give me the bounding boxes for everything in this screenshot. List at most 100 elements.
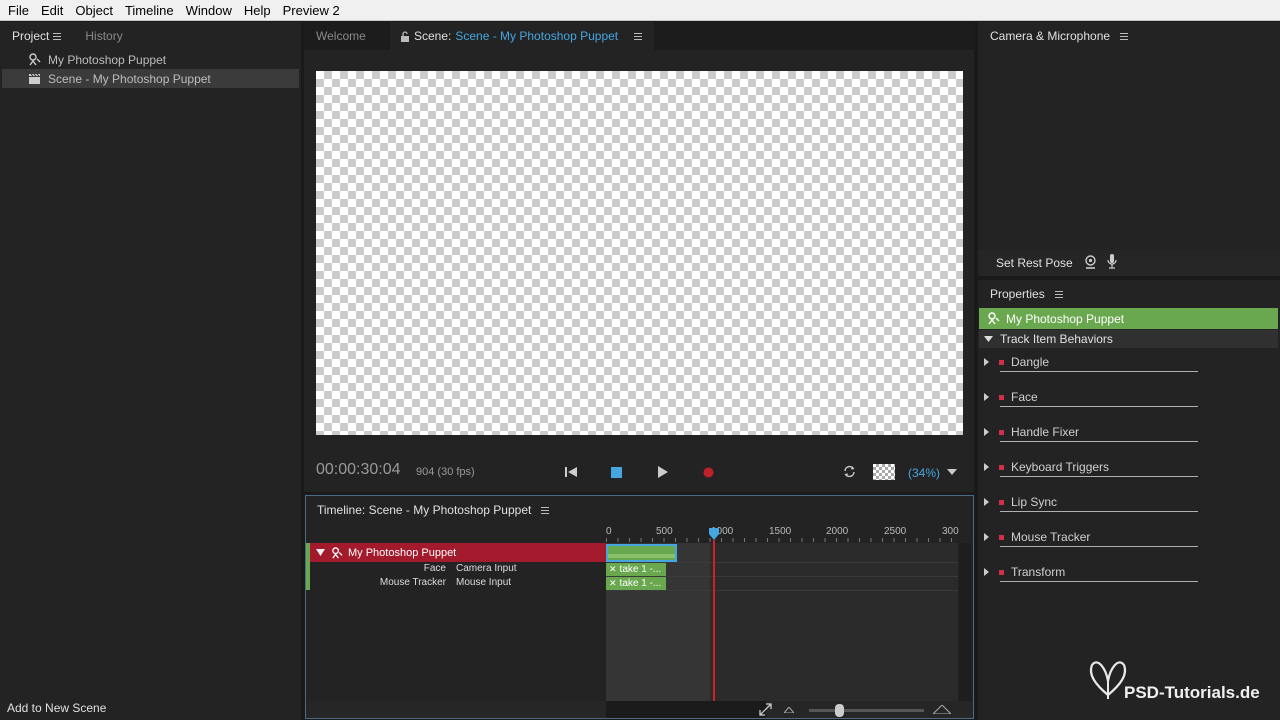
ruler-label: 300 (942, 526, 959, 537)
zoom-in-icon[interactable] (933, 705, 951, 714)
behavior-lip-sync[interactable]: Lip Sync (984, 492, 1198, 512)
zoom-out-icon[interactable] (784, 707, 794, 713)
track-item-behaviors-section[interactable]: Track Item Behaviors (979, 330, 1278, 348)
take-label: take 1 -... (619, 564, 662, 575)
add-to-new-scene-button[interactable]: Add to New Scene (7, 701, 106, 715)
zoom-slider-thumb[interactable] (835, 704, 844, 717)
expand-triangle-icon[interactable] (984, 463, 989, 471)
behavior-face[interactable]: Face (984, 387, 1198, 407)
behavior-mouse-tracker[interactable]: Mouse Tracker (984, 527, 1198, 547)
track-divider (606, 590, 958, 591)
play-icon[interactable] (657, 466, 669, 478)
mute-x-icon[interactable]: ✕ (609, 564, 617, 575)
project-item-scene[interactable]: Scene - My Photoshop Puppet (2, 69, 299, 88)
set-rest-pose-button[interactable]: Set Rest Pose (996, 256, 1073, 270)
behavior-divider (1000, 371, 1198, 372)
menu-edit[interactable]: Edit (35, 0, 69, 21)
expand-triangle-icon[interactable] (984, 393, 989, 401)
take-clip-face[interactable]: ✕ take 1 -... (606, 563, 666, 576)
panel-menu-icon[interactable] (53, 33, 62, 41)
collapse-triangle-icon[interactable] (984, 336, 993, 342)
behavior-divider (1000, 476, 1198, 477)
behavior-label: Transform (1011, 565, 1066, 579)
timeline-hscrollbar[interactable] (606, 701, 766, 718)
timeline-ruler[interactable]: 0 500 1000 1500 2000 2500 300 (606, 524, 959, 542)
behavior-enabled-indicator[interactable] (999, 534, 1004, 540)
chevron-down-icon[interactable] (947, 469, 957, 475)
behavior-dangle[interactable]: Dangle (984, 352, 1198, 372)
unlock-icon[interactable] (400, 30, 410, 42)
behavior-keyboard-triggers[interactable]: Keyboard Triggers (984, 457, 1198, 477)
loop-icon[interactable] (842, 464, 857, 479)
menu-preview-2[interactable]: Preview 2 (277, 0, 346, 21)
take-clip-mouse[interactable]: ✕ take 1 -... (606, 577, 666, 590)
frame-count: 904 (30 fps) (416, 466, 475, 478)
expand-icon[interactable] (759, 703, 772, 716)
expand-triangle-icon[interactable] (984, 498, 989, 506)
menu-file[interactable]: File (2, 0, 35, 21)
zoom-slider-track[interactable] (809, 709, 924, 712)
timeline-vscrollbar[interactable] (959, 543, 971, 701)
panel-menu-icon[interactable] (1120, 33, 1129, 41)
timecode-display[interactable]: 00:00:30:04 (316, 461, 401, 479)
behavior-row-mouse-tracker[interactable]: Mouse Tracker Mouse Input (306, 576, 606, 590)
puppet-track-header[interactable]: My Photoshop Puppet (306, 543, 606, 562)
tab-history[interactable]: History (73, 22, 134, 50)
behavior-divider (1000, 546, 1198, 547)
record-icon[interactable] (703, 467, 714, 478)
scene-stage-canvas[interactable] (316, 71, 963, 435)
menu-object[interactable]: Object (69, 0, 119, 21)
behavior-handle-fixer[interactable]: Handle Fixer (984, 422, 1198, 442)
scene-clapper-icon (29, 73, 40, 84)
properties-panel: Properties My Photoshop Puppet Track Ite… (978, 280, 1280, 720)
project-panel: Project History My Photoshop Puppet Scen… (0, 22, 301, 720)
scene-panel: Welcome Scene: Scene - My Photoshop Puppe… (304, 22, 974, 492)
project-item-puppet[interactable]: My Photoshop Puppet (2, 50, 299, 69)
expand-triangle-icon[interactable] (984, 358, 989, 366)
webcam-icon[interactable] (1084, 255, 1097, 269)
collapse-triangle-icon[interactable] (316, 549, 325, 556)
behavior-row-face[interactable]: Face Camera Input (306, 562, 606, 576)
camera-panel-title-text: Camera & Microphone (990, 29, 1111, 43)
menu-help[interactable]: Help (238, 0, 277, 21)
ruler-label: 2500 (884, 526, 907, 537)
behavior-enabled-indicator[interactable] (999, 464, 1004, 470)
properties-title: Properties (990, 287, 1063, 301)
menu-window[interactable]: Window (180, 0, 238, 21)
panel-menu-icon[interactable] (541, 507, 550, 515)
tab-scene[interactable]: Scene: Scene - My Photoshop Puppet (390, 22, 655, 50)
behavior-enabled-indicator[interactable] (999, 359, 1004, 365)
behavior-input: Camera Input (456, 563, 517, 574)
transparency-toggle-icon[interactable] (873, 464, 895, 480)
selected-puppet-header[interactable]: My Photoshop Puppet (979, 308, 1278, 329)
behavior-label: Lip Sync (1011, 495, 1058, 509)
project-tabbar: Project History (0, 22, 301, 50)
expand-triangle-icon[interactable] (984, 568, 989, 576)
behavior-transform[interactable]: Transform (984, 562, 1198, 582)
menu-timeline[interactable]: Timeline (119, 0, 180, 21)
timeline-panel: Timeline: Scene - My Photoshop Puppet 0 … (305, 495, 974, 719)
zoom-level[interactable]: (34%) (908, 466, 940, 480)
playhead-marker-icon[interactable] (709, 528, 719, 540)
playhead-handle[interactable] (709, 528, 719, 540)
panel-menu-icon[interactable] (634, 32, 643, 40)
go-to-start-icon[interactable] (564, 466, 578, 478)
puppet-clip[interactable] (606, 544, 677, 562)
expand-triangle-icon[interactable] (984, 533, 989, 541)
tab-welcome[interactable]: Welcome (304, 22, 390, 50)
behavior-enabled-indicator[interactable] (999, 499, 1004, 505)
behavior-enabled-indicator[interactable] (999, 569, 1004, 575)
behavior-input: Mouse Input (456, 577, 512, 588)
expand-triangle-icon[interactable] (984, 428, 989, 436)
timeline-track-area[interactable]: ✕ take 1 -... ✕ take 1 -... (606, 543, 958, 701)
behavior-enabled-indicator[interactable] (999, 394, 1004, 400)
ruler-label: 2000 (826, 526, 849, 537)
microphone-icon[interactable] (1107, 254, 1117, 269)
tab-project[interactable]: Project (0, 22, 73, 50)
mute-x-icon[interactable]: ✕ (609, 578, 617, 589)
panel-menu-icon[interactable] (1054, 291, 1063, 299)
project-footer: Add to New Scene (0, 694, 301, 720)
behavior-enabled-indicator[interactable] (999, 429, 1004, 435)
camera-footer: Set Rest Pose (978, 250, 1280, 276)
stop-icon[interactable] (611, 467, 622, 478)
